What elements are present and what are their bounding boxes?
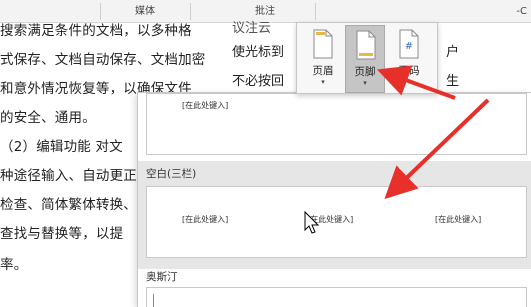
doc-line: 式保存、文档自动保存、文档加密 bbox=[0, 52, 206, 68]
doc-line: 检查、简体繁体转换、 bbox=[0, 197, 137, 213]
header-button[interactable]: 页眉 ▾ bbox=[303, 25, 343, 93]
footer-page-icon bbox=[356, 30, 376, 60]
gallery-section-label: 空白(三栏) bbox=[146, 168, 197, 180]
doc-line: 率。 bbox=[0, 257, 28, 273]
header-page-icon bbox=[313, 29, 333, 59]
header-button-label: 页眉 bbox=[312, 65, 334, 77]
gallery-section-label: 奥斯汀 bbox=[146, 271, 178, 283]
doc-peek-text: 使光标到 bbox=[232, 45, 285, 60]
preview-placeholder-left: [在此处键入] bbox=[182, 215, 229, 224]
ribbon-separator bbox=[315, 3, 316, 20]
ribbon-group-partial-label: -C bbox=[516, 6, 527, 17]
doc-peek-text: 户 bbox=[446, 45, 460, 60]
doc-line: 搜索满足条件的文档，以多种格 bbox=[0, 23, 192, 39]
page-number-icon: # bbox=[399, 29, 419, 59]
doc-line: 的安全、通用。 bbox=[0, 110, 96, 126]
doc-line: （2）编辑功能 对文 bbox=[0, 139, 123, 155]
page-number-button-label: 页码 bbox=[398, 65, 420, 77]
page-number-button[interactable]: # 页码 ▾ bbox=[389, 25, 429, 93]
ribbon-separator bbox=[190, 3, 191, 20]
doc-peek-text: 不必按回 bbox=[232, 74, 285, 89]
chevron-down-icon: ▾ bbox=[321, 78, 325, 86]
chevron-down-icon: ▾ bbox=[363, 79, 367, 87]
footer-gallery-dropdown: [在此处键入] 空白(三栏) [在此处键入] [在此处键入] [在此处键入] 奥… bbox=[137, 92, 531, 307]
doc-peek-text: 生 bbox=[446, 74, 460, 89]
doc-line: 查找与替换等，以提 bbox=[0, 226, 124, 242]
footer-button[interactable]: 页脚 ▾ bbox=[345, 25, 385, 93]
footer-preview-blank[interactable]: [在此处键入] bbox=[146, 93, 527, 155]
austin-border-line bbox=[153, 294, 154, 307]
footer-button-label: 页脚 bbox=[354, 66, 376, 78]
footer-preview-three-columns[interactable]: [在此处键入] [在此处键入] [在此处键入] bbox=[146, 186, 527, 258]
preview-placeholder: [在此处键入] bbox=[182, 101, 229, 110]
footer-preview-austin[interactable] bbox=[146, 287, 527, 307]
doc-line: 种途径输入、自动更正 bbox=[0, 168, 137, 184]
svg-text:#: # bbox=[405, 41, 413, 52]
preview-placeholder-center: [在此处键入] bbox=[307, 215, 354, 224]
header-footer-popup: 页眉 ▾ 页脚 ▾ # 页码 ▾ bbox=[296, 22, 438, 94]
doc-peek-partial: 议注云 bbox=[232, 21, 272, 36]
chevron-down-icon: ▾ bbox=[407, 78, 411, 86]
preview-placeholder-right: [在此处键入] bbox=[435, 215, 482, 224]
